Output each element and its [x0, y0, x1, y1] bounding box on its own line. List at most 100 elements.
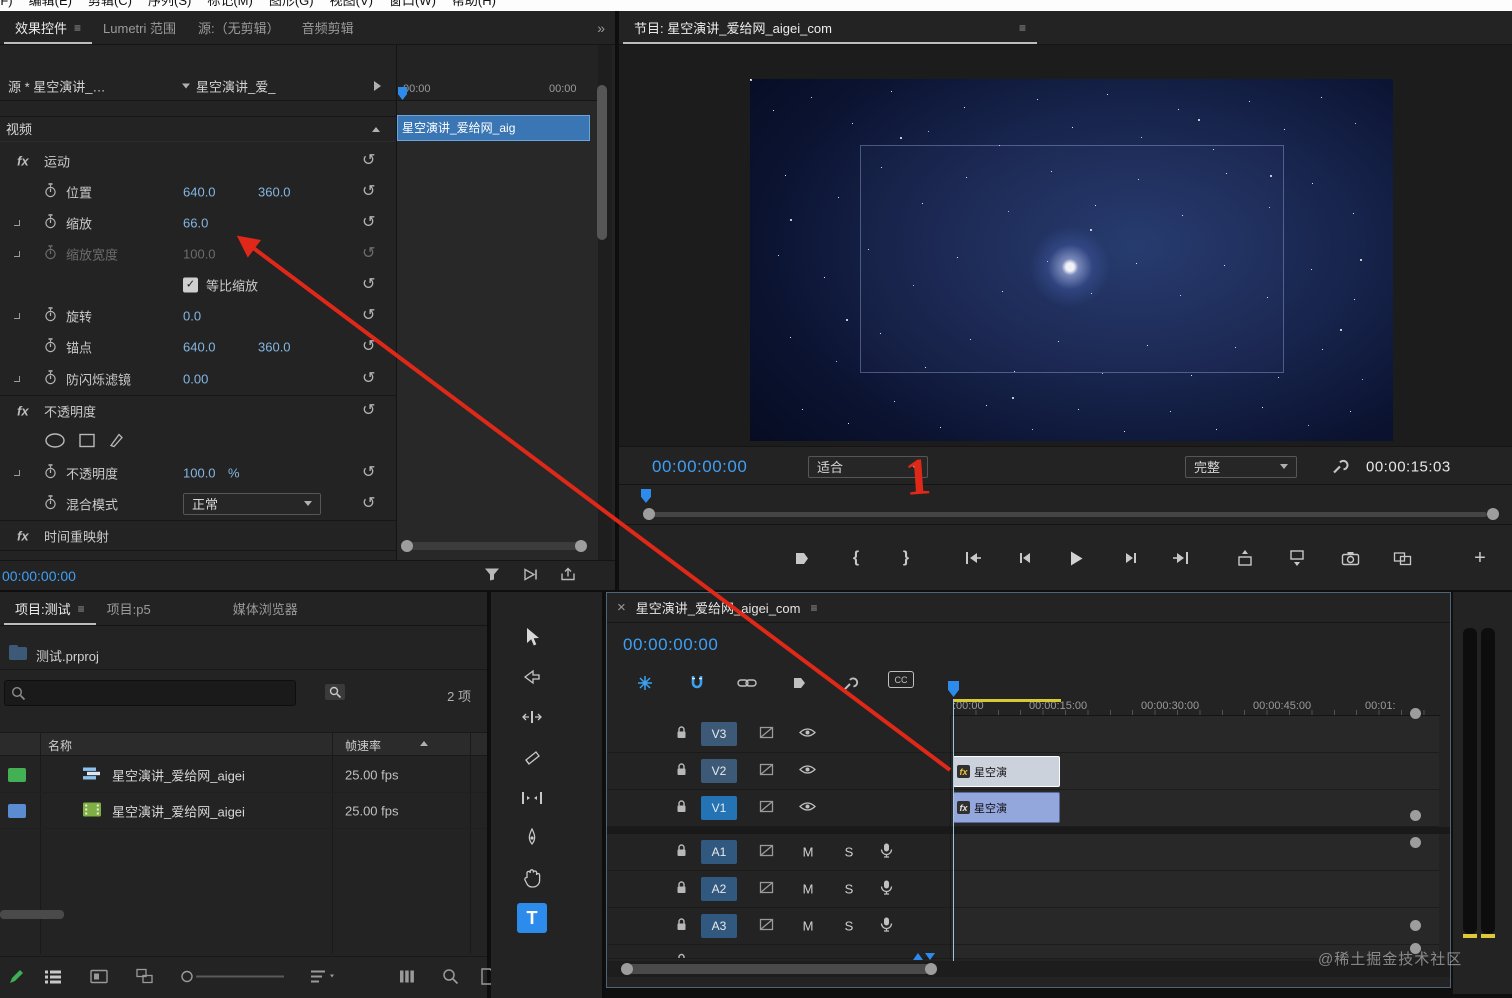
collapse-section-icon[interactable] [372, 127, 380, 132]
project-item-row[interactable]: 星空演讲_爱给网_aigei 25.00 fps [0, 757, 487, 793]
pen-tool[interactable] [517, 823, 547, 853]
menu-markers[interactable]: 标记(M) [207, 0, 253, 11]
effect-timeline-ruler[interactable]: 00:00 00:00 [397, 45, 600, 101]
add-marker-icon[interactable] [787, 671, 811, 695]
breadcrumb[interactable]: 测试.prproj [36, 646, 99, 665]
timeline-playhead-line[interactable] [953, 699, 954, 961]
razor-tool[interactable] [517, 743, 547, 773]
anchor-x-value[interactable]: 640.0 [183, 339, 216, 354]
effect-controls-timecode[interactable]: 00:00:00:00 [2, 568, 76, 584]
program-video-frame[interactable] [750, 79, 1393, 441]
track-select-tool[interactable] [517, 662, 547, 692]
tab-source-monitor[interactable]: 源:（无剪辑） [187, 11, 291, 44]
reset-uniform-scale-icon[interactable]: ↺ [362, 276, 375, 293]
sync-lock-icon[interactable] [759, 918, 774, 934]
ellipse-mask-icon[interactable] [44, 432, 66, 451]
sync-lock-icon[interactable] [759, 800, 774, 816]
timeline-clip-selected[interactable]: fx 星空演 [953, 756, 1060, 787]
tab-lumetri-scopes[interactable]: Lumetri 范围 [92, 11, 187, 44]
project-item-row[interactable]: 星空演讲_爱给网_aigei 25.00 fps [0, 793, 487, 829]
sync-lock-icon[interactable] [759, 726, 774, 742]
menu-file[interactable]: 文件(F) [0, 0, 13, 11]
sort-icon[interactable] [310, 969, 336, 986]
solo-button[interactable]: S [840, 919, 858, 934]
lock-icon[interactable] [675, 918, 688, 935]
add-marker-button[interactable] [791, 547, 813, 569]
extract-button[interactable] [1286, 547, 1308, 569]
tab-media-browser[interactable]: 媒体浏览器 [222, 592, 309, 625]
effect-timeline-hscroll[interactable] [401, 540, 587, 552]
tab-overflow-icon[interactable]: » [597, 20, 605, 36]
expand-scale-icon[interactable] [14, 219, 20, 226]
voiceover-mic-icon[interactable] [880, 843, 893, 862]
track-name-a2[interactable]: A2 [701, 877, 737, 901]
lock-icon[interactable] [675, 881, 688, 898]
track-lane-v3[interactable] [951, 716, 1439, 753]
reset-anchor-icon[interactable]: ↺ [362, 338, 375, 355]
timeline-timecode[interactable]: 00:00:00:00 [623, 635, 718, 655]
close-sequence-icon[interactable]: × [617, 599, 626, 616]
effect-timeline-clip-bar[interactable]: 星空演讲_爱给网_aig [397, 115, 590, 141]
uniform-scale-checkbox[interactable]: ✓ [183, 277, 198, 292]
track-lane-a3[interactable] [951, 908, 1439, 945]
voiceover-mic-icon[interactable] [880, 880, 893, 899]
tab-project-test[interactable]: 项目:测试 ≡ [4, 592, 96, 625]
column-framerate[interactable]: 帧速率 [345, 737, 381, 754]
search-box[interactable] [4, 680, 296, 706]
position-x-value[interactable]: 640.0 [183, 184, 216, 199]
item-name[interactable]: 星空演讲_爱给网_aigei [112, 765, 245, 784]
type-tool[interactable]: T [517, 903, 547, 933]
find-icon[interactable] [442, 968, 459, 988]
lock-icon[interactable] [675, 726, 688, 743]
mute-button[interactable]: M [799, 882, 817, 897]
solo-button[interactable]: S [840, 845, 858, 860]
search-input[interactable] [31, 681, 291, 705]
item-name[interactable]: 星空演讲_爱给网_aigei [112, 801, 245, 820]
work-area-handle-icon[interactable] [913, 953, 923, 960]
mute-button[interactable]: M [799, 919, 817, 934]
track-name-a3[interactable]: A3 [701, 914, 737, 938]
nest-sequence-icon[interactable] [633, 671, 657, 695]
hand-tool[interactable] [517, 863, 547, 893]
rotation-value[interactable]: 0.0 [183, 308, 201, 323]
step-back-button[interactable] [1014, 547, 1036, 569]
project-hscroll[interactable] [0, 910, 64, 919]
clip-selector-chevron-icon[interactable] [182, 83, 190, 88]
lock-icon[interactable] [675, 953, 688, 958]
scale-stopwatch-icon[interactable] [44, 213, 57, 232]
writable-pencil-icon[interactable] [8, 968, 25, 988]
track-name-a1[interactable]: A1 [701, 840, 737, 864]
reset-rotation-icon[interactable]: ↺ [362, 307, 375, 324]
reset-antiflicker-icon[interactable]: ↺ [362, 370, 375, 387]
track-visibility-eye-icon[interactable] [799, 764, 816, 778]
track-name-v1[interactable]: V1 [701, 796, 737, 820]
tab-program-monitor[interactable]: 节目: 星空演讲_爱给网_aigei_com ≡ [623, 11, 1037, 44]
reset-scale-icon[interactable]: ↺ [362, 214, 375, 231]
button-editor-plus[interactable]: + [1469, 547, 1491, 569]
track-visibility-eye-icon[interactable] [799, 801, 816, 815]
video-section-header[interactable]: 视频 [0, 116, 396, 142]
reset-opacity-icon[interactable]: ↺ [362, 403, 375, 419]
go-to-out-button[interactable] [1170, 547, 1192, 569]
sync-lock-icon[interactable] [759, 763, 774, 779]
lock-icon[interactable] [675, 800, 688, 817]
menu-view[interactable]: 视图(V) [330, 0, 373, 11]
track-name-v3[interactable]: V3 [701, 722, 737, 746]
captions-icon[interactable]: CC [888, 671, 914, 688]
effect-controls-vscroll[interactable] [597, 45, 612, 560]
fx-toggle-icon[interactable]: fx [17, 404, 29, 419]
track-lane-a1[interactable] [951, 834, 1439, 871]
track-lane-a2[interactable] [951, 871, 1439, 908]
zoom-handle-left[interactable] [621, 963, 633, 975]
panel-menu-icon[interactable]: ≡ [74, 21, 81, 35]
play-button[interactable] [1065, 547, 1087, 569]
playback-resolution-select[interactable]: 完整 [1185, 455, 1297, 478]
automate-to-sequence-icon[interactable] [398, 968, 416, 987]
blend-stopwatch-icon[interactable] [44, 494, 57, 513]
menu-sequence[interactable]: 序列(S) [148, 0, 191, 11]
rotation-stopwatch-icon[interactable] [44, 306, 57, 325]
rect-mask-icon[interactable] [78, 432, 96, 451]
antiflicker-stopwatch-icon[interactable] [44, 369, 57, 388]
mark-out-button[interactable]: } [895, 547, 917, 569]
tab-effect-controls[interactable]: 效果控件 ≡ [4, 11, 93, 44]
